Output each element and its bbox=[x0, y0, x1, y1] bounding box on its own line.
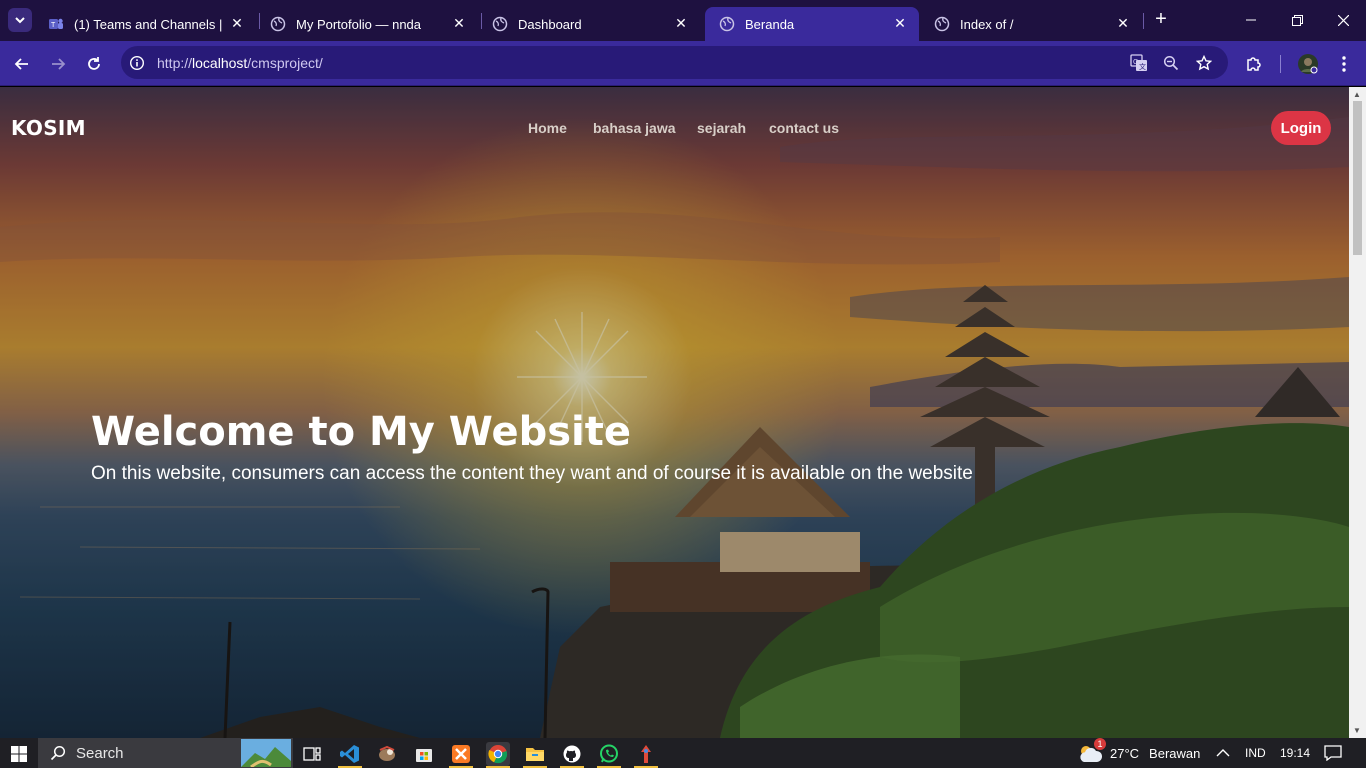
close-window-button[interactable] bbox=[1320, 0, 1366, 40]
weather-alert-badge: 1 bbox=[1094, 738, 1106, 750]
back-button[interactable] bbox=[8, 50, 36, 78]
tab-title: Beranda bbox=[745, 16, 795, 32]
xampp-icon[interactable] bbox=[449, 742, 473, 766]
tab-teams[interactable]: T (1) Teams and Channels | R2 ✕ bbox=[34, 7, 256, 41]
chevron-down-icon bbox=[15, 17, 25, 24]
tab-dashboard[interactable]: Dashboard ✕ bbox=[478, 7, 700, 41]
task-view-icon[interactable] bbox=[300, 742, 324, 766]
clock[interactable]: 19:14 bbox=[1280, 738, 1310, 768]
nav-bahasa-jawa[interactable]: bahasa jawa bbox=[593, 120, 676, 136]
taskbar-search[interactable]: Search bbox=[38, 738, 293, 768]
tab-beranda[interactable]: Beranda ✕ bbox=[705, 7, 919, 41]
dbeaver-icon[interactable] bbox=[375, 742, 399, 766]
nav-sejarah[interactable]: sejarah bbox=[697, 120, 746, 136]
notification-icon bbox=[1324, 745, 1342, 761]
tab-title: Index of / bbox=[960, 16, 1014, 32]
restore-icon bbox=[1291, 14, 1303, 26]
new-tab-button[interactable]: + bbox=[1150, 8, 1172, 32]
tab-portfolio[interactable]: My Portofolio — nnda ✕ bbox=[256, 7, 478, 41]
address-bar[interactable]: http://localhost/cmsproject/ G文 bbox=[121, 46, 1228, 79]
chrome-icon[interactable] bbox=[486, 742, 510, 766]
scroll-up-icon[interactable]: ▲ bbox=[1353, 90, 1361, 99]
svg-text:G: G bbox=[1133, 59, 1138, 66]
arrow-left-icon bbox=[14, 58, 28, 70]
windows-taskbar: Search 1 27°C Berawan IND 19:14 bbox=[0, 738, 1366, 768]
translate-icon[interactable]: G文 bbox=[1128, 52, 1150, 74]
whatsapp-icon[interactable] bbox=[597, 742, 621, 766]
nav-home[interactable]: Home bbox=[528, 120, 567, 136]
close-icon[interactable]: ✕ bbox=[891, 14, 909, 32]
zoom-icon[interactable] bbox=[1160, 52, 1182, 74]
extensions-button[interactable] bbox=[1240, 50, 1268, 78]
notifications-button[interactable] bbox=[1324, 738, 1342, 768]
globe-icon bbox=[492, 16, 508, 32]
nav-contact-us[interactable]: contact us bbox=[769, 120, 839, 136]
github-icon[interactable] bbox=[560, 742, 584, 766]
tab-index[interactable]: Index of / ✕ bbox=[920, 7, 1142, 41]
site-info-icon[interactable] bbox=[126, 52, 148, 74]
search-icon bbox=[50, 745, 66, 761]
scrollbar-thumb[interactable] bbox=[1353, 101, 1362, 255]
close-icon[interactable]: ✕ bbox=[1114, 14, 1132, 32]
browser-toolbar: http://localhost/cmsproject/ G文 bbox=[0, 41, 1366, 86]
globe-icon bbox=[934, 16, 950, 32]
url-text[interactable]: http://localhost/cmsproject/ bbox=[157, 55, 323, 71]
hero-title: Welcome to My Website bbox=[91, 409, 632, 455]
vscode-icon[interactable] bbox=[338, 742, 362, 766]
reload-button[interactable] bbox=[80, 50, 108, 78]
teams-icon: T bbox=[49, 18, 63, 29]
cloud-sun-icon: 1 bbox=[1078, 738, 1106, 764]
puzzle-icon bbox=[1247, 57, 1261, 71]
microsoft-store-icon[interactable] bbox=[412, 742, 436, 766]
site-logo[interactable]: KOSIM bbox=[11, 116, 86, 140]
show-hidden-icons-button[interactable] bbox=[1216, 738, 1230, 768]
close-icon[interactable]: ✕ bbox=[450, 14, 468, 32]
svg-text:文: 文 bbox=[1139, 62, 1146, 71]
more-vert-icon bbox=[1342, 56, 1346, 72]
close-icon[interactable]: ✕ bbox=[672, 14, 690, 32]
globe-icon bbox=[719, 16, 735, 32]
temperature: 27°C bbox=[1110, 745, 1140, 761]
hero-subtitle: On this website, consumers can access th… bbox=[91, 463, 973, 484]
page-scrollbar[interactable]: ▲ ▼ bbox=[1349, 87, 1366, 738]
chevron-up-icon bbox=[1216, 749, 1230, 757]
close-icon[interactable]: ✕ bbox=[228, 14, 246, 32]
weather-text: Berawan bbox=[1149, 745, 1201, 761]
tab-search-button[interactable] bbox=[8, 8, 32, 32]
search-highlight-icon bbox=[241, 739, 291, 767]
minimize-icon bbox=[1246, 19, 1256, 21]
menu-button[interactable] bbox=[1330, 50, 1358, 78]
forward-button[interactable] bbox=[44, 50, 72, 78]
app-launcher-icon[interactable] bbox=[634, 742, 658, 766]
search-label: Search bbox=[76, 744, 124, 762]
tab-strip: T (1) Teams and Channels | R2 ✕ My Porto… bbox=[0, 0, 1366, 41]
weather-widget[interactable]: 1 27°C Berawan bbox=[1078, 738, 1200, 768]
tab-title: My Portofolio — nnda bbox=[296, 16, 422, 32]
hero-section: KOSIM Home bahasa jawa sejarah contact u… bbox=[0, 87, 1349, 738]
language-indicator[interactable]: IND bbox=[1245, 738, 1266, 768]
tab-title: Dashboard bbox=[518, 16, 582, 32]
file-explorer-icon[interactable] bbox=[523, 742, 547, 766]
svg-text:T: T bbox=[51, 22, 56, 29]
profile-avatar[interactable] bbox=[1294, 50, 1322, 78]
bookmark-star-icon[interactable] bbox=[1193, 52, 1215, 74]
globe-icon bbox=[270, 16, 286, 32]
minimize-button[interactable] bbox=[1228, 0, 1274, 40]
tab-title: (1) Teams and Channels | R2 bbox=[74, 16, 224, 32]
login-button[interactable]: Login bbox=[1271, 111, 1331, 145]
restore-button[interactable] bbox=[1274, 0, 1320, 40]
arrow-right-icon bbox=[52, 58, 66, 70]
windows-start-icon[interactable] bbox=[7, 742, 31, 766]
avatar-icon bbox=[1298, 54, 1318, 74]
close-icon bbox=[1337, 14, 1349, 26]
reload-icon bbox=[88, 57, 100, 70]
scroll-down-icon[interactable]: ▼ bbox=[1353, 726, 1361, 735]
